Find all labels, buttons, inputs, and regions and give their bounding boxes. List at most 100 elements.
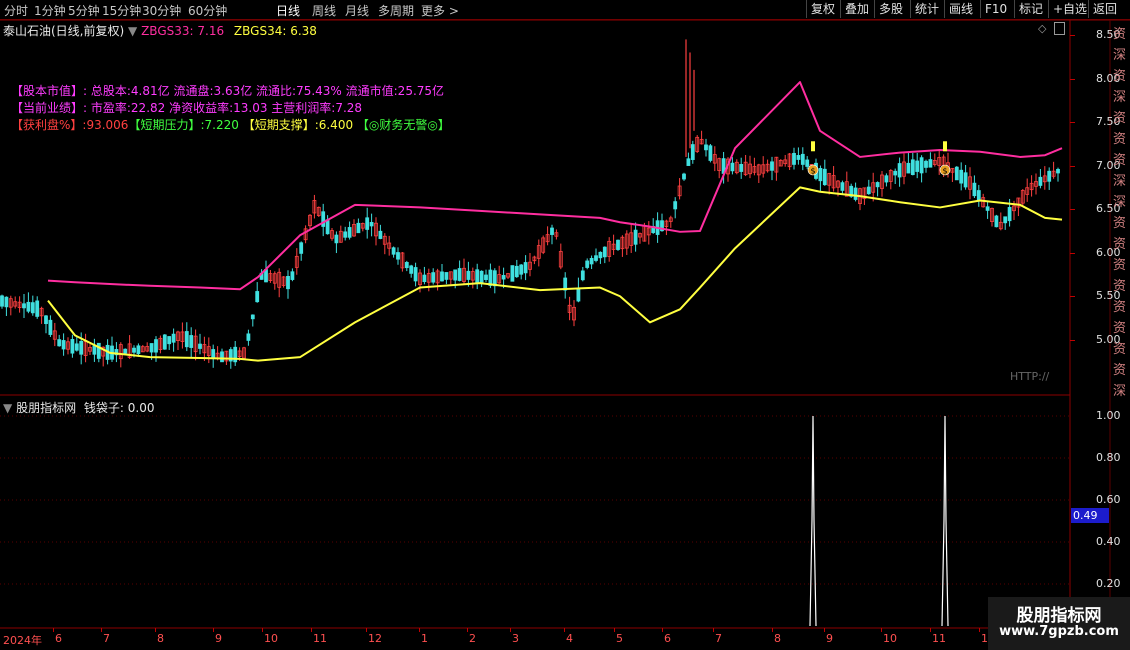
candle-body: [906, 162, 911, 174]
candle-body: [422, 274, 427, 283]
candle-body: [79, 340, 84, 355]
strip-char: 资: [1113, 69, 1127, 84]
month-tick: [979, 628, 980, 632]
strip-char: 资: [1113, 237, 1127, 252]
candle-body: [1007, 207, 1012, 222]
candle-body: [792, 152, 796, 165]
candle-body: [396, 252, 400, 260]
dropdown-icon[interactable]: ▼: [128, 24, 137, 38]
candle-body: [897, 163, 902, 178]
month-label: 5: [616, 632, 623, 645]
price-tick: [1070, 122, 1075, 124]
candle-body: [576, 287, 581, 302]
sub-indicator-value: 钱袋子: 0.00: [83, 401, 155, 415]
candle-body: [211, 349, 216, 358]
watermark-url: www.7gpzb.com: [999, 624, 1119, 639]
month-tick: [366, 628, 367, 632]
price-tick: [1070, 209, 1075, 211]
main-chart-header: 泰山石油(日线,前复权) ▼ ZBGS33: 7.16 ZBGS34: 6.38: [3, 22, 317, 39]
sub-axis-label: 0.80: [1096, 451, 1121, 464]
indicator-zbgs33: ZBGS33: 7.16: [141, 24, 225, 38]
candle-body: [365, 217, 370, 230]
signal-spike: [941, 415, 949, 627]
strip-char: 资: [1113, 300, 1127, 315]
strip-char: 深: [1113, 48, 1127, 63]
http-label: HTTP://: [1010, 370, 1050, 383]
strip-char: 资: [1113, 111, 1127, 126]
candle-body: [910, 159, 915, 176]
candle-body: [404, 262, 409, 269]
performance-text: 市盈率:22.82 净资收益率:13.03 主营利润率:7.28: [90, 101, 363, 115]
candle-body: [184, 331, 189, 348]
candle-body: [347, 227, 352, 238]
candle-body: [92, 345, 97, 355]
stock-title: 泰山石油(日线,前复权): [3, 24, 125, 38]
candle-body: [585, 260, 590, 268]
candle-body: [1003, 216, 1008, 224]
candle-body: [22, 303, 26, 309]
candle-body: [1038, 176, 1043, 186]
month-label: 7: [103, 632, 110, 645]
month-label: 4: [566, 632, 573, 645]
candle-body: [440, 271, 444, 282]
candle-body: [602, 246, 607, 258]
candle-body: [149, 343, 154, 353]
month-tick: [713, 628, 714, 632]
support-value: 6.400: [318, 118, 354, 132]
indicator-zbgs34: ZBGS34: 6.38: [233, 24, 317, 38]
candle-body: [484, 274, 488, 280]
month-tick: [930, 628, 931, 632]
candle-body: [286, 276, 290, 290]
month-label: 10: [883, 632, 897, 645]
performance-tag: 【当前业绩】:: [11, 101, 88, 115]
candle-body: [598, 251, 603, 259]
signal-bar: [811, 141, 815, 152]
candle-body: [919, 157, 924, 174]
sub-dropdown-icon[interactable]: ▼: [3, 401, 12, 415]
profit-tag: 【获利盘%】:: [11, 118, 87, 132]
candle-body: [594, 255, 598, 261]
month-tick: [262, 628, 263, 632]
capital-tag: 【股本市值】:: [11, 84, 88, 98]
diamond-icon[interactable]: ◇: [1038, 22, 1046, 35]
candle-body: [616, 239, 620, 250]
candle-body: [369, 222, 374, 227]
strip-char: 资: [1113, 27, 1127, 42]
candle-body: [633, 229, 638, 245]
candle-body: [30, 302, 35, 314]
info-line-capital: 【股本市值】: 总股本:4.81亿 流通盘:3.63亿 流通比:75.43% 流…: [11, 82, 444, 99]
candle-body: [673, 201, 678, 210]
right-info-strip: 资深资深资资资深深资资资资资资资资深: [1110, 20, 1130, 400]
price-tick: [1070, 35, 1075, 37]
candle-body: [954, 166, 959, 181]
candle-body: [466, 270, 471, 280]
price-tick: [1070, 339, 1075, 341]
candle-body: [413, 267, 418, 282]
candle-body: [589, 258, 594, 265]
candle-body: [44, 315, 48, 325]
candle-body: [479, 270, 484, 283]
collapse-icon[interactable]: [1054, 22, 1065, 35]
month-tick: [564, 628, 565, 632]
watermark-badge: 股朋指标网 www.7gpzb.com: [988, 597, 1130, 650]
candle-body: [343, 231, 348, 238]
month-tick: [419, 628, 420, 632]
candle-body: [409, 265, 414, 274]
candle-body: [928, 159, 933, 168]
candle-body: [730, 162, 735, 172]
month-tick: [614, 628, 615, 632]
strip-char: 深: [1113, 195, 1127, 210]
candle-body: [171, 333, 176, 343]
candle-body: [853, 187, 858, 200]
price-tick: [1070, 78, 1075, 80]
month-label: 6: [55, 632, 62, 645]
candle-body: [708, 145, 713, 161]
candle-body: [475, 269, 480, 284]
candle-body: [915, 160, 920, 172]
candle-body: [514, 265, 519, 278]
month-tick: [824, 628, 825, 632]
candle-body: [805, 159, 810, 167]
candle-body: [924, 160, 928, 168]
candle-body: [391, 247, 396, 255]
candle-body: [444, 272, 449, 280]
